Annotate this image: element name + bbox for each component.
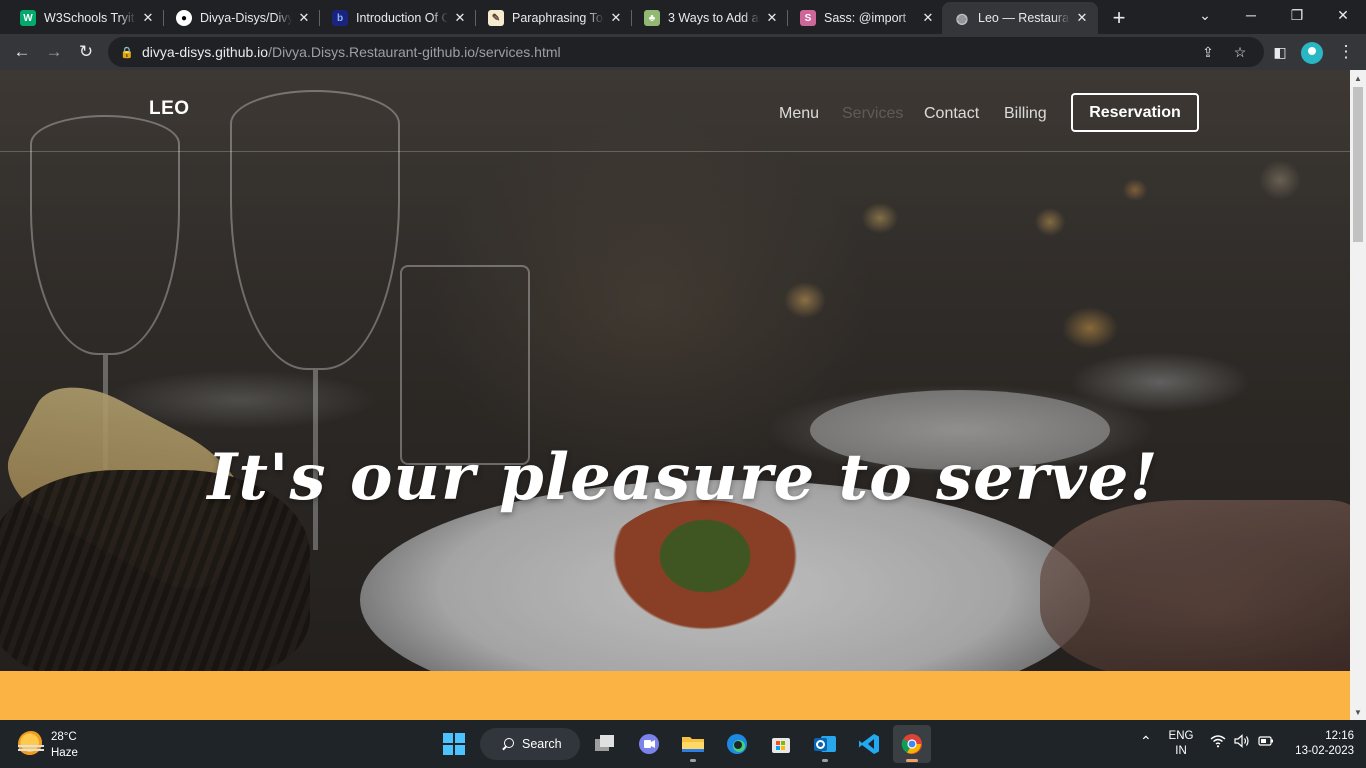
teams-chat-icon[interactable] (630, 725, 668, 763)
bookmark-star-icon[interactable]: ☆ (1228, 40, 1252, 64)
show-hidden-icons-chevron-icon[interactable]: ⌃ (1140, 733, 1152, 750)
globe-icon: ◍ (955, 9, 969, 26)
close-tab-icon[interactable]: ✕ (764, 10, 780, 26)
language-code: ENG (1168, 730, 1194, 742)
browser-toolbar: ← → ↻ 🔒 divya-disys.github.io/Divya.Disy… (0, 34, 1366, 70)
bookmark-icon: b (332, 10, 348, 26)
tab-title: Sass: @import (824, 11, 907, 25)
w3schools-icon: W (20, 10, 36, 26)
task-view-icon[interactable] (586, 725, 624, 763)
nav-services-link[interactable]: Services (842, 105, 903, 123)
close-window-button[interactable]: ✕ (1320, 0, 1366, 30)
weather-haze-icon[interactable] (18, 731, 44, 757)
reservation-button[interactable]: Reservation (1071, 93, 1199, 132)
browser-tab-strip: W W3Schools Tryit Editor ✕ ● Divya-Disys… (0, 0, 1366, 34)
share-icon[interactable]: ⇪ (1196, 40, 1220, 64)
tab-search-icon[interactable]: ⌄ (1182, 0, 1228, 30)
close-tab-icon[interactable]: ✕ (1074, 10, 1090, 26)
close-tab-icon[interactable]: ✕ (140, 10, 156, 26)
scrollbar-thumb[interactable] (1353, 87, 1363, 242)
reload-icon[interactable]: ↻ (72, 38, 100, 66)
web-page: LEO Menu Services Contact Billing Reserv… (0, 70, 1350, 720)
scroll-down-icon[interactable]: ▼ (1350, 704, 1366, 720)
site-logo[interactable]: LEO (149, 98, 190, 120)
kebab-menu-icon[interactable]: ⋮ (1332, 38, 1360, 66)
microsoft-store-icon[interactable] (762, 725, 800, 763)
browser-tab[interactable]: ✎ Paraphrasing Tool ✕ (476, 2, 632, 34)
outlook-icon[interactable] (806, 725, 844, 763)
taskbar-search-button[interactable]: Search (480, 728, 580, 760)
vscode-icon[interactable] (850, 725, 888, 763)
windows-start-icon[interactable] (435, 725, 473, 763)
browser-tab[interactable]: W W3Schools Tryit Editor ✕ (8, 2, 164, 34)
edge-browser-icon[interactable] (718, 725, 756, 763)
side-panel-icon[interactable]: ◧ (1266, 38, 1294, 66)
close-tab-icon[interactable]: ✕ (452, 10, 468, 26)
close-tab-icon[interactable]: ✕ (296, 10, 312, 26)
browser-tab[interactable]: S Sass: @import ✕ (788, 2, 944, 34)
restore-button[interactable]: ❐ (1274, 0, 1320, 30)
lock-icon[interactable]: 🔒 (120, 45, 134, 59)
search-icon (504, 738, 514, 748)
windows-taskbar: 28°C Haze Search ⌃ ENG IN 12:16 13-02-20… (0, 720, 1366, 768)
language-indicator[interactable]: ENG IN (1166, 729, 1196, 759)
tab-title: Divya-Disys/Divya.Disys.Restaurant-githu… (200, 11, 292, 25)
hero-section: LEO Menu Services Contact Billing Reserv… (0, 70, 1350, 671)
volume-icon[interactable] (1234, 734, 1250, 751)
url-path: /Divya.Disys.Restaurant-github.io/servic… (268, 44, 561, 60)
browser-tab[interactable]: ● Divya-Disys/Divya.Disys.Restaurant-git… (164, 2, 320, 34)
back-arrow-icon[interactable]: ← (8, 38, 36, 66)
forward-arrow-icon[interactable]: → (40, 38, 68, 66)
nav-menu-link[interactable]: Menu (779, 105, 819, 123)
tab-title: Leo — Restaurant (978, 11, 1070, 25)
nav-billing-link[interactable]: Billing (1004, 105, 1047, 123)
page-scrollbar[interactable]: ▲ ▼ (1350, 70, 1366, 720)
search-label: Search (522, 737, 562, 751)
site-header: LEO Menu Services Contact Billing Reserv… (0, 70, 1350, 152)
tab-title: Introduction Of CSS (356, 11, 448, 25)
address-bar[interactable]: 🔒 divya-disys.github.io/Divya.Disys.Rest… (108, 37, 1264, 67)
file-explorer-icon[interactable] (674, 725, 712, 763)
url-host: divya-disys.github.io (142, 44, 269, 60)
sass-icon: S (800, 10, 816, 26)
tab-title: 3 Ways to Add an Image (668, 11, 760, 25)
clock-time: 12:16 (1325, 730, 1354, 742)
nav-contact-link[interactable]: Contact (924, 105, 979, 123)
browser-tab[interactable]: b Introduction Of CSS ✕ (320, 2, 476, 34)
close-tab-icon[interactable]: ✕ (608, 10, 624, 26)
new-tab-button[interactable]: + (1106, 5, 1132, 31)
hero-heading: It's our pleasure to serve! (207, 440, 1159, 515)
scroll-up-icon[interactable]: ▲ (1350, 70, 1366, 86)
wikihow-icon: ♣ (644, 10, 660, 26)
wifi-icon[interactable] (1210, 734, 1226, 751)
quill-icon: ✎ (488, 10, 504, 26)
region-code: IN (1175, 745, 1187, 757)
weather-condition[interactable]: Haze (51, 747, 78, 759)
browser-tab-active[interactable]: ◍ Leo — Restaurant ✕ (942, 2, 1098, 34)
minimize-button[interactable]: ─ (1228, 0, 1274, 30)
tab-title: W3Schools Tryit Editor (44, 11, 136, 25)
tab-title: Paraphrasing Tool (512, 11, 604, 25)
browser-tab[interactable]: ♣ 3 Ways to Add an Image ✕ (632, 2, 788, 34)
battery-icon[interactable] (1258, 735, 1274, 750)
clock-date: 13-02-2023 (1295, 745, 1354, 757)
close-tab-icon[interactable]: ✕ (920, 10, 936, 26)
profile-avatar[interactable] (1301, 42, 1323, 64)
url-text: divya-disys.github.io/Divya.Disys.Restau… (142, 44, 561, 60)
system-clock[interactable]: 12:16 13-02-2023 (1286, 729, 1354, 759)
services-section-band (0, 671, 1350, 720)
weather-temperature[interactable]: 28°C (51, 731, 77, 743)
github-icon: ● (176, 10, 192, 26)
chrome-icon[interactable] (893, 725, 931, 763)
